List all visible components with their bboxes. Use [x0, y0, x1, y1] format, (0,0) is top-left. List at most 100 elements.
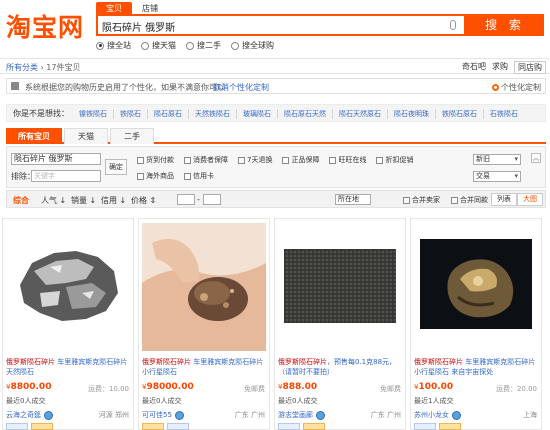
shop-link[interactable]: 可可佳55	[142, 410, 184, 420]
personalization-settings[interactable]: 个性化定制	[492, 82, 541, 93]
personalization-notice: 系统根据您的购物历史启用了个性化，如果不满意你可以 取消个性化定制 个性化定制	[6, 78, 546, 94]
shop-link[interactable]: 游志堂画廊	[278, 410, 325, 420]
grid-view-button[interactable]: 大图	[517, 193, 543, 206]
breadcrumb-bar: 所有分类 › 17件宝贝 奇石吧 求购 同店购	[0, 58, 550, 74]
search-button[interactable]: 搜 索	[466, 14, 544, 36]
wangwang-icon[interactable]	[174, 410, 184, 420]
sort-credit[interactable]: 信用 ↓	[101, 195, 126, 206]
location-select[interactable]: 所在地	[335, 194, 371, 205]
checkbox	[451, 196, 458, 204]
shop-link[interactable]: 云海之奇筵	[6, 410, 53, 420]
trade-select[interactable]: 交易	[473, 171, 521, 182]
product-title[interactable]: 俄罗斯陨石碎片，预售每0.1克88元，（请暂时不要拍）	[278, 357, 404, 377]
personalization-label: 个性化定制	[501, 83, 541, 92]
sort-label: 人气	[41, 196, 57, 205]
product-image[interactable]	[6, 223, 130, 351]
sort-default[interactable]: 综合	[13, 195, 29, 206]
title-keyword: 俄罗斯陨石碎片	[142, 358, 191, 366]
related-item[interactable]: 陨石天然原石	[332, 109, 387, 119]
shop-link[interactable]: 苏州小龙女	[414, 410, 461, 420]
radio-label: 搜二手	[197, 41, 221, 50]
sort-popularity[interactable]: 人气 ↓	[41, 195, 66, 206]
related-item[interactable]: 铁陨石原石	[435, 109, 483, 119]
wanted-link[interactable]: 求购	[492, 61, 508, 74]
product-image[interactable]	[278, 223, 402, 351]
product-card[interactable]: 俄罗斯陨石碎片 车里雅宾斯克陨石碎片天然陨石 ¥8800.00 运费：10.00…	[2, 218, 134, 430]
condition-select[interactable]: 新旧	[473, 154, 521, 165]
product-image[interactable]	[142, 223, 266, 351]
radio-dot	[96, 41, 104, 50]
wangwang-icon[interactable]	[44, 410, 53, 420]
merge-seller-toggle[interactable]: 合并卖家	[403, 195, 440, 205]
related-item[interactable]: 天然铁陨石	[188, 109, 236, 119]
service-badges	[414, 423, 461, 430]
filter-genuine[interactable]: 正品保障	[282, 155, 319, 165]
product-title[interactable]: 俄罗斯陨石碎片 车里雅宾斯克陨石碎片天然陨石	[6, 357, 132, 377]
refine-query-input[interactable]: 陨石碎片 俄罗斯	[11, 153, 101, 165]
merge-same-toggle[interactable]: 合并同款	[451, 195, 488, 205]
close-square-icon[interactable]	[11, 82, 19, 90]
radio-label: 搜全站	[107, 41, 131, 50]
filter-cod[interactable]: 货到付款	[137, 155, 174, 165]
microphone-icon[interactable]	[450, 20, 456, 30]
checkbox	[376, 156, 384, 164]
related-list: 镍铁陨石 铁陨石 陨石原石 天然铁陨石 玻璃陨石 陨石原石天然 陨石天然原石 陨…	[73, 109, 524, 119]
checkbox	[403, 196, 410, 204]
wangwang-icon[interactable]	[452, 410, 461, 420]
cancel-personalization-link[interactable]: 取消个性化定制	[213, 82, 269, 93]
product-card[interactable]: 俄罗斯陨石碎片 车里雅宾斯克陨石碎片小行星陨石 来自宇宙探处 ¥100.00 运…	[410, 218, 542, 430]
filter-wangwang-online[interactable]: 旺旺在线	[329, 155, 366, 165]
search-box: 陨石碎片 俄罗斯	[96, 14, 466, 36]
sort-price[interactable]: 价格 ⇕	[131, 195, 156, 206]
filter-overseas[interactable]: 海外商品	[137, 171, 174, 181]
related-item[interactable]: 铁陨石	[113, 109, 147, 119]
product-title[interactable]: 俄罗斯陨石碎片 车里雅宾斯克陨石碎片小行星陨石	[142, 357, 268, 377]
seller-location: 广东 广州	[370, 411, 401, 419]
meteorite-dark-image	[414, 223, 538, 351]
related-item[interactable]: 陨石原石天然	[277, 109, 332, 119]
product-card[interactable]: 俄罗斯陨石碎片 车里雅宾斯克陨石碎片小行星陨石 ¥98000.00 免邮费 最近…	[138, 218, 270, 430]
tab-tmall[interactable]: 天猫	[64, 128, 108, 144]
price-min-input[interactable]	[177, 194, 195, 205]
product-price: ¥100.00	[414, 382, 453, 392]
sort-sales[interactable]: 销量 ↓	[71, 195, 96, 206]
refine-ok-button[interactable]: 确定	[105, 159, 127, 175]
filter-credit-card[interactable]: 信用卡	[184, 171, 214, 181]
related-item[interactable]: 陨石原石	[147, 109, 188, 119]
collapse-icon[interactable]: ︽	[531, 153, 541, 163]
same-shop-button[interactable]: 同店购	[514, 61, 546, 74]
breadcrumb-root[interactable]: 所有分类	[6, 63, 38, 72]
related-item[interactable]: 玻璃陨石	[236, 109, 277, 119]
price-value: 888.00	[282, 382, 318, 392]
search-input[interactable]: 陨石碎片 俄罗斯	[102, 19, 442, 34]
price-value: 8800.00	[10, 382, 52, 392]
related-item[interactable]: 镍铁陨石	[73, 109, 113, 119]
scope-secondhand[interactable]: 搜二手	[186, 40, 221, 51]
exclude-input[interactable]: 关键字	[31, 170, 101, 182]
shop-name: 云海之奇筵	[6, 411, 41, 419]
qishi-bar-link[interactable]: 奇石吧	[462, 61, 486, 74]
badge-icon	[278, 423, 300, 430]
related-item[interactable]: 陨石夜明珠	[387, 109, 435, 119]
radio-dot	[141, 41, 149, 50]
scope-all[interactable]: 搜全站	[96, 40, 131, 51]
price-max-input[interactable]	[203, 194, 221, 205]
tab-secondhand[interactable]: 二手	[110, 128, 154, 144]
scope-tmall[interactable]: 搜天猫	[141, 40, 176, 51]
list-view-button[interactable]: 列表	[491, 193, 517, 206]
merge-same-label: 合并同款	[460, 196, 488, 204]
related-item[interactable]: 石铁陨石	[483, 109, 524, 119]
product-title[interactable]: 俄罗斯陨石碎片 车里雅宾斯克陨石碎片小行星陨石 来自宇宙探处	[414, 357, 540, 377]
taobao-logo[interactable]: 淘宝网	[6, 8, 84, 44]
product-card[interactable]: 俄罗斯陨石碎片，预售每0.1克88元，（请暂时不要拍） ¥888.00 免邮费 …	[274, 218, 406, 430]
filter-consumer-protection[interactable]: 消费者保障	[184, 155, 228, 165]
scope-global[interactable]: 搜全球购	[231, 40, 274, 51]
shop-name: 游志堂画廊	[278, 411, 313, 419]
merge-seller-label: 合并卖家	[412, 196, 440, 204]
arrow-down-icon: ↓	[87, 196, 97, 205]
tab-all-items[interactable]: 所有宝贝	[6, 128, 62, 144]
product-image[interactable]	[414, 223, 538, 351]
filter-7day-return[interactable]: 7天退换	[238, 155, 272, 165]
filter-discount[interactable]: 折扣促销	[376, 155, 413, 165]
wangwang-icon[interactable]	[316, 410, 325, 420]
